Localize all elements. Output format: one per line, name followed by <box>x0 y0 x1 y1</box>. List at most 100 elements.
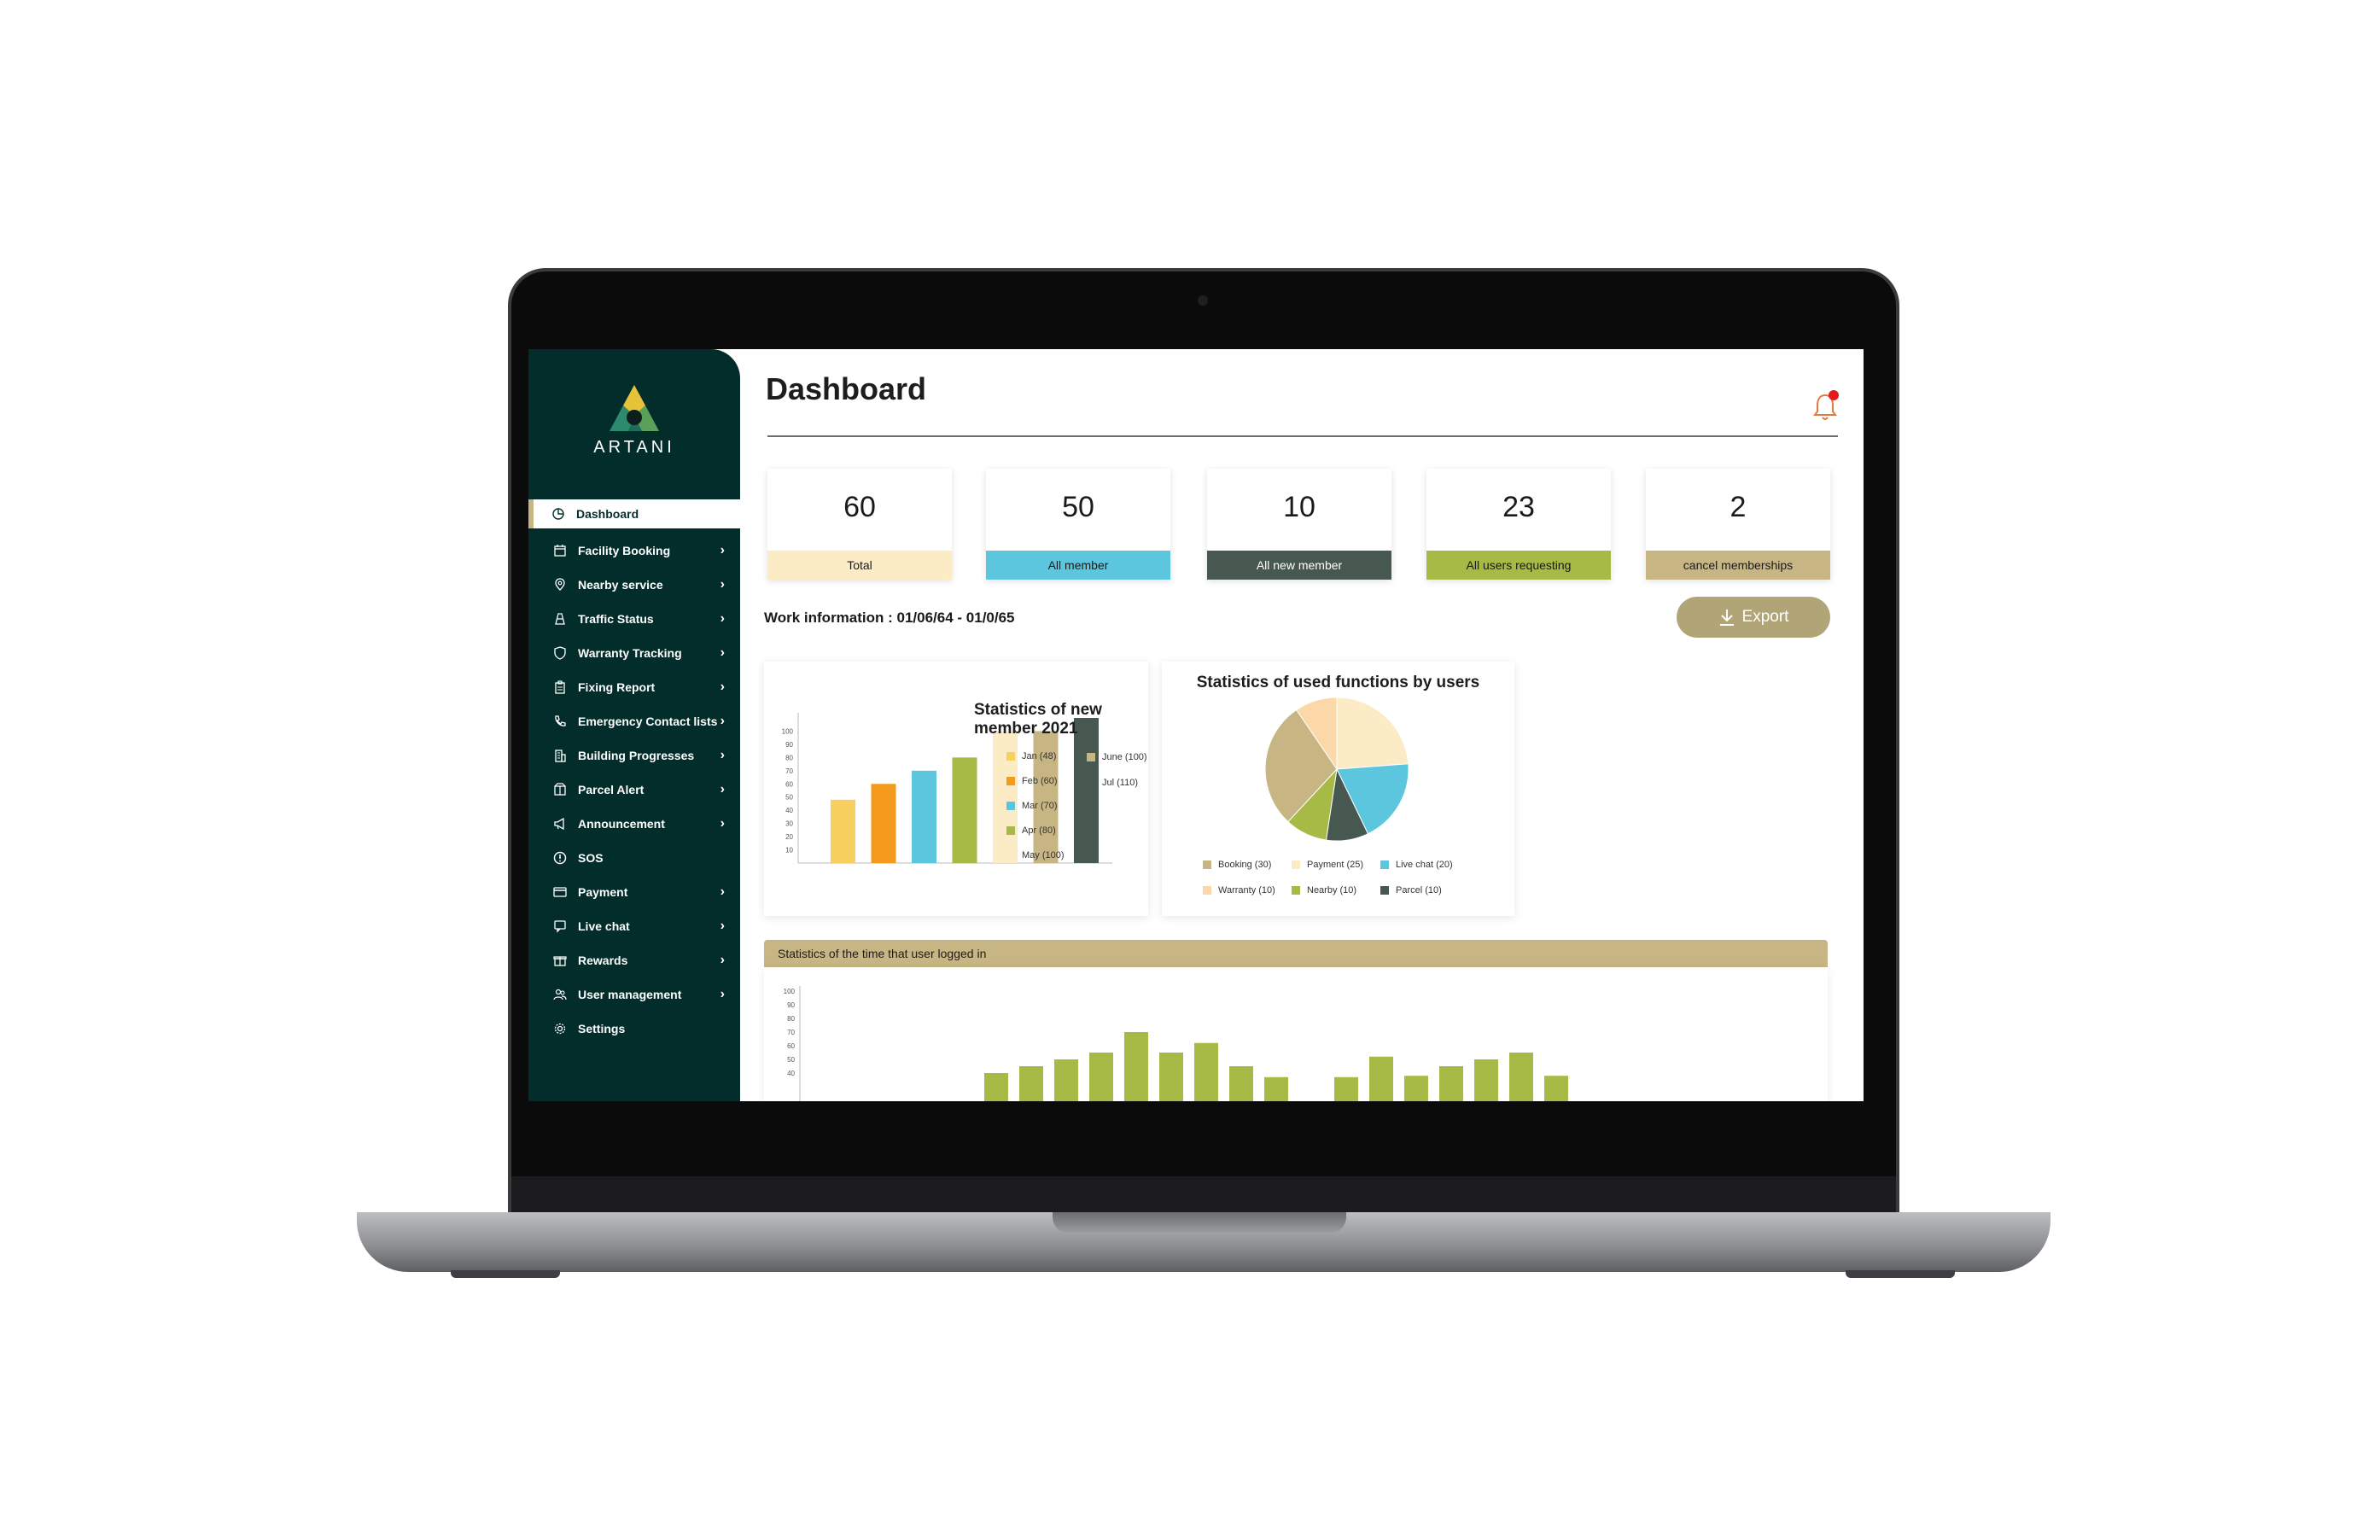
stat-card-all-users-requesting[interactable]: 23 All users requesting <box>1426 469 1611 580</box>
page-title: Dashboard <box>766 371 927 406</box>
legend-label: Payment (25) <box>1307 860 1364 870</box>
bar-jul <box>1074 718 1099 863</box>
sidebar-item-traffic-status[interactable]: Traffic Status › <box>528 602 740 636</box>
stat-label: cancel memberships <box>1646 551 1830 580</box>
sidebar-item-label: Parcel Alert <box>578 783 645 796</box>
sidebar-item-settings[interactable]: Settings <box>528 1012 740 1046</box>
y-tick-label: 100 <box>784 988 796 995</box>
sidebar-item-fixing-report[interactable]: Fixing Report › <box>528 670 740 704</box>
stat-value: 2 <box>1730 491 1747 523</box>
y-tick-label: 90 <box>787 1001 795 1009</box>
bell-icon <box>1813 390 1839 420</box>
stat-card-cancel-memberships[interactable]: 2 cancel memberships <box>1646 469 1830 580</box>
export-button[interactable]: Export <box>1677 597 1830 638</box>
parcel-icon <box>551 782 569 797</box>
sidebar-item-parcel-alert[interactable]: Parcel Alert › <box>528 773 740 807</box>
chevron-right-icon: › <box>720 782 725 796</box>
legend-label: Jan (48) <box>1022 751 1057 761</box>
notification-dot <box>1829 390 1839 400</box>
building-icon <box>551 748 569 763</box>
legend-label: Feb (60) <box>1022 776 1058 786</box>
chevron-right-icon: › <box>720 577 725 592</box>
y-tick-label: 30 <box>785 820 793 828</box>
sidebar-item-label: Live chat <box>578 919 630 933</box>
calendar-icon <box>551 543 569 558</box>
sidebar-item-label: User management <box>578 988 682 1001</box>
sidebar-item-dashboard[interactable]: Dashboard <box>528 499 740 528</box>
functions-chart-title: Statistics of used functions by users <box>1196 674 1480 691</box>
legend-label: June (100) <box>1102 752 1147 762</box>
new-member-chart-panel: 10 20 30 40 50 60 70 80 90 100 Statistics of new … <box>764 662 1148 916</box>
title-divider <box>767 435 1838 437</box>
sidebar-item-payment[interactable]: Payment › <box>528 875 740 909</box>
legend-label: Live chat (20) <box>1396 860 1453 870</box>
brand-name: ARTANI <box>593 438 675 457</box>
y-tick-label: 70 <box>785 767 793 775</box>
credit-card-icon <box>551 884 569 900</box>
sidebar-item-label: Nearby service <box>578 578 663 592</box>
shield-icon <box>551 645 569 661</box>
laptop-bezel-bottom <box>511 1176 1896 1216</box>
sidebar-item-label: Emergency Contact lists <box>578 715 718 728</box>
sidebar-item-facility-booking[interactable]: Facility Booking › <box>528 534 740 568</box>
sidebar-item-label: SOS <box>578 851 604 865</box>
main-content: Dashboard 60 Total 50 All member 10 All new m… <box>740 349 1864 1101</box>
new-member-chart-title: Statistics of new member 2021 <box>974 701 1102 738</box>
y-tick-label: 10 <box>785 847 793 855</box>
sidebar-item-label: Settings <box>578 1022 626 1035</box>
legend-swatch <box>1006 752 1015 761</box>
legend-item: Parcel (10) <box>1380 885 1442 895</box>
sidebar-item-emergency-contact-lists[interactable]: Emergency Contact lists › <box>528 704 740 738</box>
stat-card-total[interactable]: 60 Total <box>767 469 952 580</box>
notification-button[interactable] <box>1811 388 1840 423</box>
y-tick-label: 40 <box>785 807 793 814</box>
bar-mar <box>912 770 936 863</box>
alert-circle-icon <box>551 850 569 866</box>
legend-item: Jan (48) <box>1006 751 1056 761</box>
stat-card-all-new-member[interactable]: 10 All new member <box>1207 469 1391 580</box>
stat-label: Total <box>767 551 952 580</box>
chevron-right-icon: › <box>720 748 725 762</box>
legend-swatch <box>1292 886 1300 895</box>
y-tick-label: 90 <box>785 741 793 749</box>
sidebar-item-announcement[interactable]: Announcement › <box>528 807 740 841</box>
sidebar-item-rewards[interactable]: Rewards › <box>528 943 740 977</box>
login-bar <box>1194 1042 1218 1101</box>
legend-swatch <box>1292 860 1300 869</box>
sidebar-item-warranty-tracking[interactable]: Warranty Tracking › <box>528 636 740 670</box>
legend-swatch <box>1380 860 1389 869</box>
sidebar-item-building-progresses[interactable]: Building Progresses › <box>528 738 740 773</box>
export-label: Export <box>1741 608 1789 626</box>
laptop-foot <box>451 1270 560 1278</box>
login-bar <box>1159 1053 1183 1101</box>
chevron-right-icon: › <box>720 714 725 728</box>
login-bar <box>984 1073 1008 1101</box>
clipboard-icon <box>551 680 569 695</box>
sidebar-item-label: Traffic Status <box>578 612 654 626</box>
login-bar <box>1229 1066 1253 1101</box>
login-bar <box>1369 1056 1393 1101</box>
brand-logo[interactable]: ARTANI <box>580 383 689 469</box>
stat-label: All new member <box>1207 551 1391 580</box>
chevron-right-icon: › <box>720 884 725 899</box>
sidebar-item-label: Fixing Report <box>578 680 656 694</box>
chevron-right-icon: › <box>720 816 725 831</box>
legend-item: Booking (30) <box>1203 860 1271 870</box>
sidebar-item-nearby-service[interactable]: Nearby service › <box>528 568 740 602</box>
artani-logo-icon <box>610 385 659 431</box>
bar-jan <box>831 799 855 863</box>
sidebar-item-user-management[interactable]: User management › <box>528 977 740 1012</box>
chat-bubble-icon <box>551 919 569 934</box>
work-information: Work information : 01/06/64 - 01/0/65 <box>764 610 1015 626</box>
legend-item: Nearby (10) <box>1292 885 1356 895</box>
sidebar-item-sos[interactable]: SOS <box>528 841 740 875</box>
legend-label: Mar (70) <box>1022 801 1058 811</box>
legend-item: Apr (80) <box>1006 825 1056 836</box>
sidebar-item-live-chat[interactable]: Live chat › <box>528 909 740 943</box>
pie-slice-payment <box>1336 697 1409 770</box>
login-bar <box>1089 1053 1113 1101</box>
stat-card-all-member[interactable]: 50 All member <box>986 469 1170 580</box>
legend-swatch <box>1203 886 1211 895</box>
login-bar-chart: 40 50 60 70 80 90 100 <box>784 986 1568 1101</box>
download-icon <box>1719 610 1734 626</box>
